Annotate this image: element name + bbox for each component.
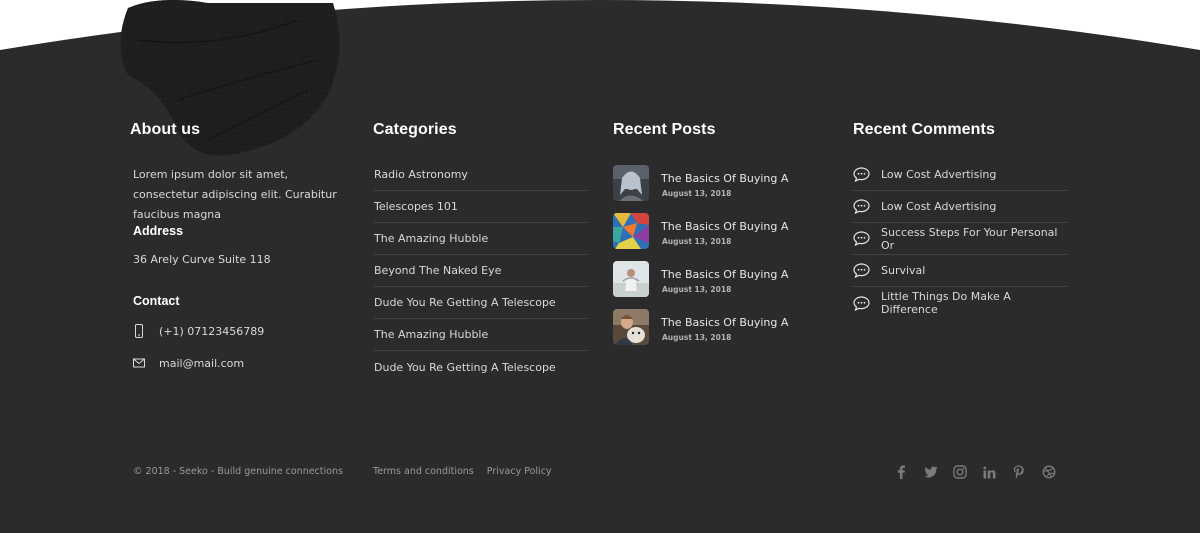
recent-posts-title: Recent Posts: [613, 121, 716, 138]
post-date: August 13, 2018: [662, 189, 732, 198]
about-text: Lorem ipsum dolor sit amet, consectetur …: [133, 168, 337, 221]
category-item[interactable]: Dude You Re Getting A Telescope: [374, 351, 587, 383]
comment-icon: [853, 295, 870, 311]
footer: About us Lorem ipsum dolor sit amet, con…: [0, 0, 1200, 533]
post-date: August 13, 2018: [662, 285, 732, 294]
footer-links: Terms and conditions Privacy Policy: [373, 466, 562, 477]
post-date: August 13, 2018: [662, 333, 732, 342]
instagram-icon[interactable]: [952, 464, 968, 480]
address-title: Address: [133, 224, 184, 238]
recent-comments-list: Low Cost Advertising Low Cost Advertisin…: [853, 159, 1068, 319]
post-title[interactable]: The Basics Of Buying A: [661, 316, 788, 329]
category-item[interactable]: Beyond The Naked Eye: [374, 255, 587, 287]
comment-item[interactable]: Survival: [853, 255, 1068, 287]
comment-text: Low Cost Advertising: [881, 200, 997, 213]
email-row[interactable]: mail@mail.com: [133, 354, 244, 372]
post-date: August 13, 2018: [662, 237, 732, 246]
comment-item[interactable]: Low Cost Advertising: [853, 159, 1068, 191]
phone-text: (+1) 07123456789: [159, 324, 265, 338]
comment-item[interactable]: Success Steps For Your Personal Or: [853, 223, 1068, 255]
category-list: Radio Astronomy Telescopes 101 The Amazi…: [374, 159, 587, 383]
category-item[interactable]: Radio Astronomy: [374, 159, 587, 191]
comment-text: Success Steps For Your Personal Or: [881, 225, 1058, 252]
facebook-icon[interactable]: [893, 464, 909, 480]
post-item[interactable]: The Basics Of Buying A August 13, 2018: [613, 261, 833, 297]
comment-icon: [853, 167, 870, 182]
post-item[interactable]: The Basics Of Buying A August 13, 2018: [613, 165, 833, 201]
phone-icon: [135, 324, 143, 338]
comment-icon: [853, 263, 870, 278]
social-links: [893, 464, 1070, 480]
contact-title: Contact: [133, 294, 180, 308]
phone-row[interactable]: (+1) 07123456789: [133, 322, 264, 340]
post-item[interactable]: The Basics Of Buying A August 13, 2018: [613, 309, 833, 345]
comment-icon: [853, 231, 870, 246]
copyright-text: © 2018 - Seeko - Build genuine connectio…: [133, 466, 343, 477]
pinterest-icon[interactable]: [1011, 464, 1027, 480]
comment-text: Low Cost Advertising: [881, 168, 997, 181]
category-item[interactable]: Telescopes 101: [374, 191, 587, 223]
dribbble-icon[interactable]: [1041, 464, 1057, 480]
comment-icon: [853, 199, 870, 214]
linkedin-icon[interactable]: [982, 464, 998, 480]
recent-posts-list: The Basics Of Buying A August 13, 2018 T…: [613, 165, 833, 357]
post-item[interactable]: The Basics Of Buying A August 13, 2018: [613, 213, 833, 249]
twitter-icon[interactable]: [923, 464, 939, 480]
comment-item[interactable]: Low Cost Advertising: [853, 191, 1068, 223]
email-text: mail@mail.com: [159, 356, 245, 370]
recent-comments-title: Recent Comments: [853, 121, 995, 138]
post-thumbnail[interactable]: [613, 165, 649, 201]
post-title[interactable]: The Basics Of Buying A: [661, 172, 788, 185]
category-item[interactable]: The Amazing Hubble: [374, 319, 587, 351]
terms-link[interactable]: Terms and conditions: [373, 466, 474, 477]
comment-item[interactable]: Little Things Do Make A Difference: [853, 287, 1068, 319]
post-thumbnail[interactable]: [613, 261, 649, 297]
privacy-link[interactable]: Privacy Policy: [487, 466, 552, 477]
mail-icon: [133, 358, 145, 368]
comment-text: Survival: [881, 264, 926, 277]
categories-title: Categories: [373, 121, 457, 138]
category-item[interactable]: Dude You Re Getting A Telescope: [374, 287, 587, 319]
post-title[interactable]: The Basics Of Buying A: [661, 268, 788, 281]
post-title[interactable]: The Basics Of Buying A: [661, 220, 788, 233]
category-item[interactable]: The Amazing Hubble: [374, 223, 587, 255]
about-us-title: About us: [130, 121, 201, 138]
post-thumbnail[interactable]: [613, 309, 649, 345]
post-thumbnail[interactable]: [613, 213, 649, 249]
comment-text: Little Things Do Make A Difference: [881, 290, 1011, 316]
address-text: 36 Arely Curve Suite 118: [133, 253, 271, 266]
